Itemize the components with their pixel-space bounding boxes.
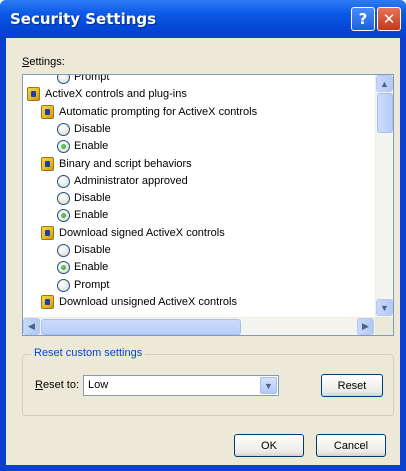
radio-button[interactable]: [57, 75, 70, 84]
reset-level-dropdown[interactable]: Low ▼: [83, 375, 279, 396]
list-item-label: Download signed ActiveX controls: [59, 227, 225, 239]
reset-button-label: Reset: [337, 379, 367, 392]
scroll-right-button[interactable]: ▶: [357, 318, 374, 335]
scroll-left-button[interactable]: ◀: [23, 318, 40, 335]
chevron-down-icon: ▼: [264, 380, 273, 391]
radio-option[interactable]: Prompt: [57, 75, 109, 85]
radio-option[interactable]: Disable: [57, 121, 111, 137]
vertical-scrollbar[interactable]: ▲ ▼: [375, 75, 393, 317]
setting-item: Download unsigned ActiveX controls: [41, 294, 237, 310]
cancel-button-label: Cancel: [333, 439, 369, 452]
chevron-right-icon: ▶: [362, 321, 369, 331]
setting-item: Automatic prompting for ActiveX controls: [41, 104, 257, 120]
settings-category-icon: [41, 157, 54, 171]
reset-custom-settings-group: Reset custom settings Reset to: Low ▼ Re…: [22, 347, 394, 416]
setting-item: Download signed ActiveX controls: [41, 225, 225, 241]
settings-label: Settings:: [22, 56, 65, 68]
chevron-up-icon: ▲: [380, 78, 389, 89]
list-item-label: Administrator approved: [74, 175, 188, 187]
category-item: ActiveX controls and plug-ins: [27, 86, 187, 102]
horizontal-scrollbar[interactable]: ◀ ▶: [23, 317, 375, 335]
settings-category-icon: [27, 87, 40, 101]
list-item-label: Enable: [74, 140, 109, 152]
close-icon: ✕: [382, 10, 396, 28]
ok-button[interactable]: OK: [234, 434, 304, 457]
radio-button[interactable]: [57, 191, 70, 205]
list-item-label: Disable: [74, 192, 111, 204]
close-button[interactable]: ✕: [377, 7, 401, 31]
list-item-label: Disable: [74, 244, 111, 256]
security-settings-window: Security Settings ? ✕ Settings: Prompt Ac…: [0, 0, 406, 471]
list-item-label: Binary and script behaviors: [59, 158, 192, 170]
settings-category-icon: [41, 105, 54, 119]
dropdown-value: Low: [88, 379, 109, 391]
list-item-label: Disable: [74, 123, 111, 135]
cancel-button[interactable]: Cancel: [316, 434, 386, 457]
list-item-label: ActiveX controls and plug-ins: [45, 88, 187, 100]
radio-option[interactable]: Enable: [57, 138, 108, 154]
scrollbar-corner: [375, 317, 393, 335]
horizontal-scroll-thumb[interactable]: [41, 319, 241, 335]
settings-category-icon: [41, 226, 54, 240]
list-item-label: Download unsigned ActiveX controls: [59, 296, 237, 308]
radio-option[interactable]: Enable: [57, 207, 108, 223]
list-item-label: Enable: [74, 209, 109, 221]
list-item-label: Prompt: [74, 279, 110, 291]
settings-category-icon: [41, 295, 54, 309]
radio-option[interactable]: Prompt: [57, 277, 109, 293]
vertical-scroll-thumb[interactable]: [377, 93, 393, 133]
radio-button[interactable]: [57, 278, 70, 292]
setting-item: Binary and script behaviors: [41, 156, 192, 172]
list-item-label: Automatic prompting for ActiveX controls: [59, 106, 258, 118]
ok-button-label: OK: [261, 439, 277, 452]
radio-option[interactable]: Disable: [57, 190, 111, 206]
radio-button-checked[interactable]: [57, 260, 70, 274]
settings-list[interactable]: Prompt ActiveX controls and plug-ins Autom…: [22, 74, 394, 336]
list-item-label: Enable: [74, 261, 109, 273]
scroll-down-button[interactable]: ▼: [376, 299, 393, 316]
radio-button-checked[interactable]: [57, 208, 70, 222]
help-icon: ?: [358, 10, 368, 28]
group-legend: Reset custom settings: [31, 347, 146, 359]
radio-button[interactable]: [57, 174, 70, 188]
radio-option[interactable]: Disable: [57, 242, 111, 258]
radio-button-checked[interactable]: [57, 139, 70, 153]
reset-to-label: Reset to:: [35, 379, 80, 391]
radio-option[interactable]: Administrator approved: [57, 173, 188, 189]
title-bar[interactable]: Security Settings ? ✕: [0, 0, 406, 38]
radio-button[interactable]: [57, 243, 70, 257]
dialog-body: Settings: Prompt ActiveX controls and plu…: [6, 38, 400, 465]
list-item-label: Prompt: [74, 75, 110, 83]
scroll-up-button[interactable]: ▲: [376, 75, 393, 92]
radio-option[interactable]: Enable: [57, 259, 108, 275]
dropdown-button[interactable]: ▼: [260, 377, 277, 394]
window-title: Security Settings: [10, 10, 157, 28]
radio-button[interactable]: [57, 122, 70, 136]
chevron-down-icon: ▼: [380, 302, 389, 313]
help-button[interactable]: ?: [351, 7, 375, 31]
chevron-left-icon: ◀: [28, 321, 35, 331]
settings-list-content: Prompt ActiveX controls and plug-ins Autom…: [23, 75, 375, 317]
reset-button[interactable]: Reset: [321, 374, 383, 397]
